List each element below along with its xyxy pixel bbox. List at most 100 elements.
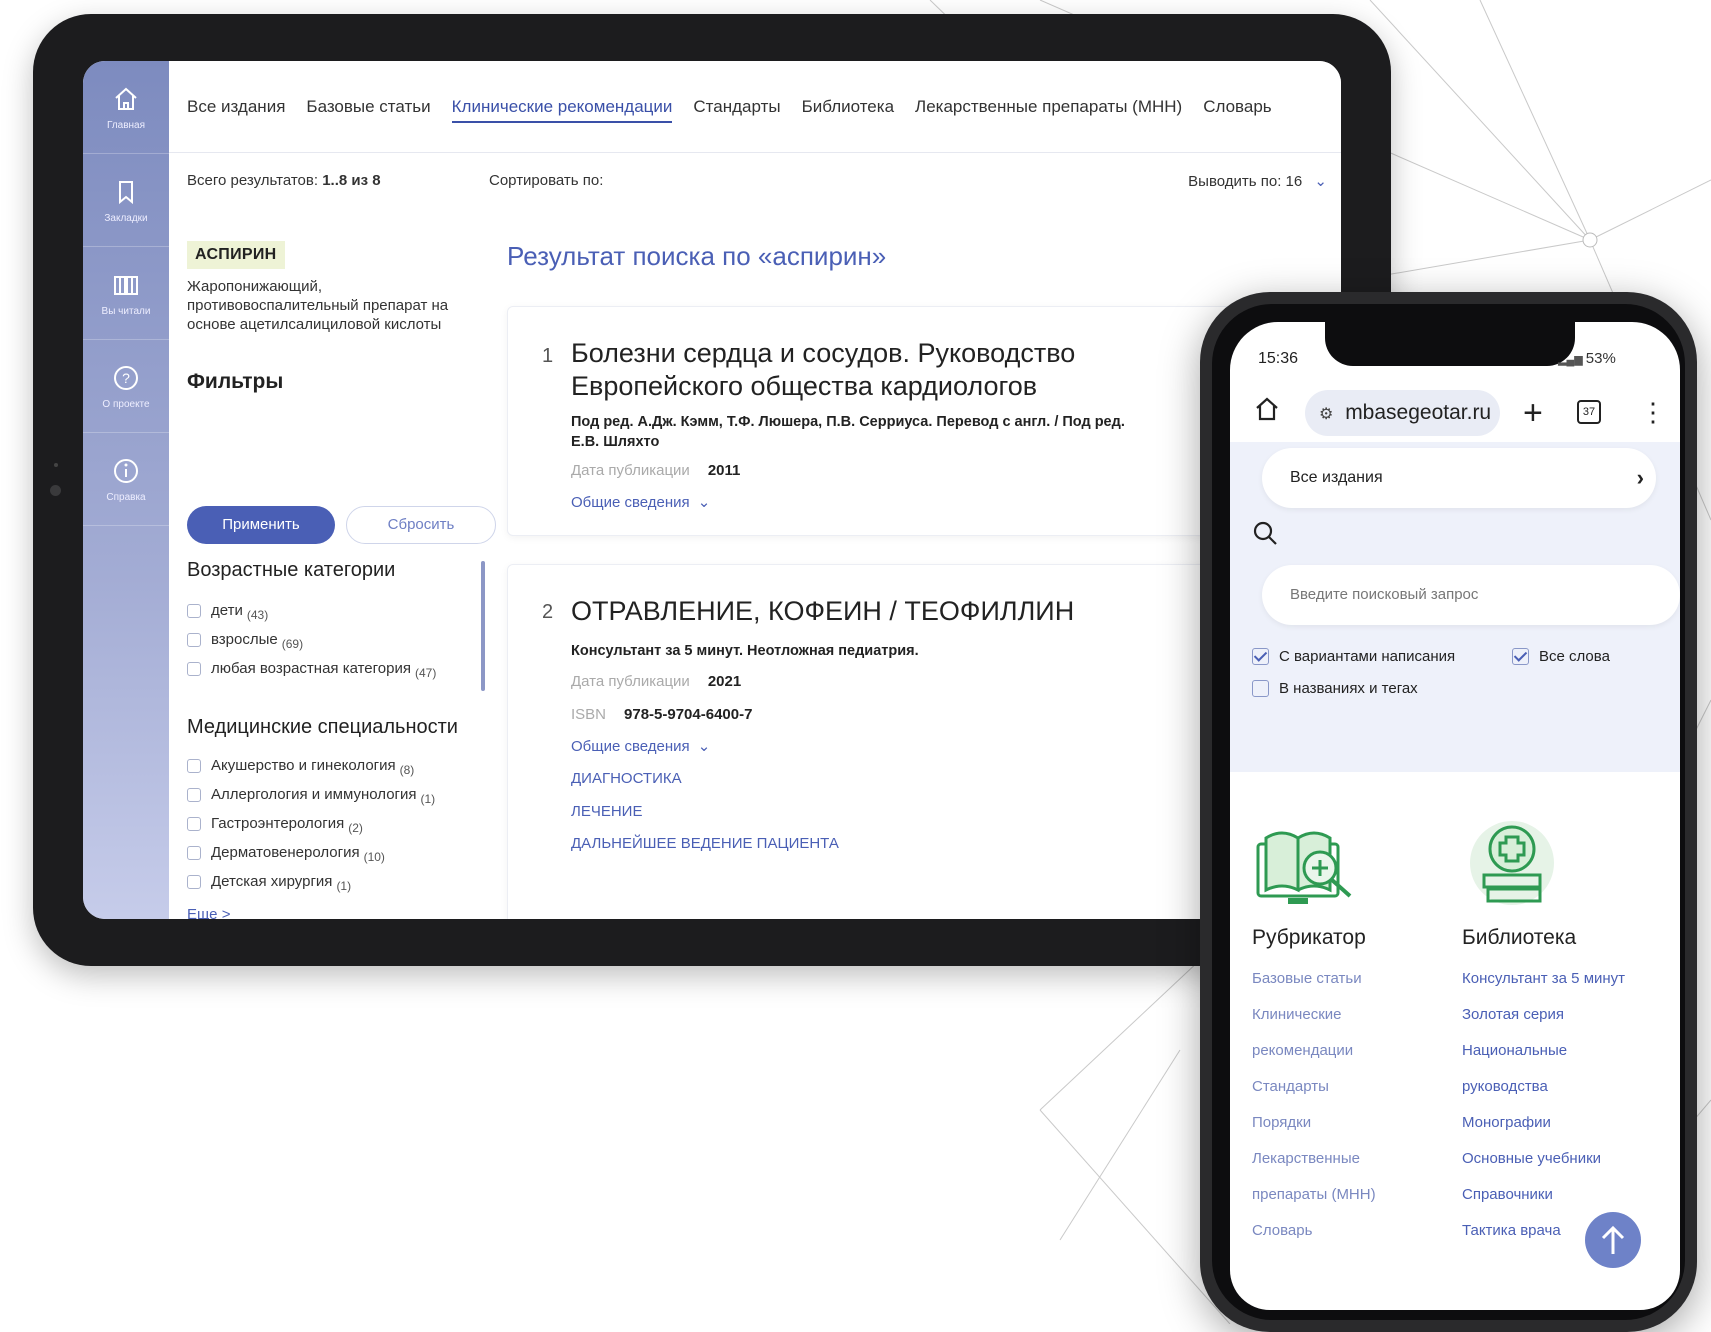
- chevron-down-icon: ⌄: [697, 738, 711, 755]
- age-filter-title: Возрастные категории: [187, 559, 396, 581]
- reset-button[interactable]: Сбросить: [346, 506, 496, 544]
- status-time: 15:36: [1258, 350, 1299, 367]
- checkbox[interactable]: [187, 787, 201, 802]
- home-icon[interactable]: [1254, 396, 1280, 427]
- rubric-link[interactable]: рекомендации: [1252, 1042, 1353, 1059]
- library-books-icon: [1462, 815, 1562, 920]
- library-link[interactable]: Консультант за 5 минут: [1462, 970, 1625, 987]
- filter-checkbox-row[interactable]: Дерматовенерология (10): [187, 838, 487, 867]
- filter-checkbox-row[interactable]: любая возрастная категория (47): [187, 654, 487, 683]
- chevron-down-icon: ⌄: [697, 494, 711, 511]
- library-link[interactable]: руководства: [1462, 1078, 1548, 1095]
- filter-checkbox-row[interactable]: дети (43): [187, 596, 487, 625]
- chevron-down-icon: ⌄: [1314, 173, 1327, 190]
- filter-checkbox-row[interactable]: взрослые (69): [187, 625, 487, 654]
- sidebar-item-home[interactable]: Главная: [83, 61, 169, 154]
- isbn-value: 978-5-9704-6400-7: [624, 706, 753, 723]
- result-title[interactable]: ОТРАВЛЕНИЕ, КОФЕИН / ТЕОФИЛЛИН: [571, 595, 1171, 628]
- option-all-words[interactable]: Все слова: [1512, 648, 1610, 665]
- more-link[interactable]: Еще >: [187, 906, 487, 919]
- option-label: В названиях и тегах: [1279, 680, 1418, 697]
- filter-scrollbar[interactable]: [481, 561, 485, 691]
- details-toggle[interactable]: Общие сведения ⌄: [571, 493, 710, 512]
- checkbox[interactable]: [187, 845, 201, 860]
- filter-checkbox-row[interactable]: Акушерство и гинекология (8): [187, 751, 487, 780]
- filter-checkbox-row[interactable]: Гастроэнтерология (2): [187, 809, 487, 838]
- sidebar-item-help[interactable]: Справка: [83, 433, 169, 526]
- menu-icon[interactable]: ⋮: [1640, 392, 1666, 432]
- checkbox[interactable]: [187, 632, 201, 647]
- library-link[interactable]: Золотая серия: [1462, 1006, 1564, 1023]
- tab-standards[interactable]: Стандарты: [693, 61, 780, 153]
- checkbox[interactable]: [187, 758, 201, 773]
- result-title[interactable]: Болезни сердца и сосудов. Руководство Ев…: [571, 337, 1131, 403]
- section-link-diagnostics[interactable]: ДИАГНОСТИКА: [571, 770, 682, 787]
- sidebar-item-history[interactable]: Вы читали: [83, 247, 169, 340]
- rubric-link[interactable]: Порядки: [1252, 1114, 1311, 1131]
- tab-library[interactable]: Библиотека: [802, 61, 894, 153]
- rubric-link[interactable]: препараты (МНН): [1252, 1186, 1376, 1203]
- filter-count: (47): [414, 665, 437, 680]
- search-input[interactable]: Введите поисковый запрос: [1262, 565, 1680, 625]
- tab-drugs[interactable]: Лекарственные препараты (МНН): [915, 61, 1182, 153]
- filter-count: (69): [281, 636, 304, 651]
- per-page-select[interactable]: Выводить по: 16 ⌄: [1188, 172, 1327, 190]
- library-link[interactable]: Национальные: [1462, 1042, 1567, 1059]
- bookmark-icon: [119, 180, 133, 204]
- scroll-top-button[interactable]: [1585, 1212, 1641, 1268]
- library-link[interactable]: Тактика врача: [1462, 1222, 1561, 1239]
- option-spelling-variants[interactable]: С вариантами написания: [1252, 648, 1455, 665]
- details-toggle[interactable]: Общие сведения ⌄: [571, 737, 710, 756]
- sidebar: Главная Закладки Вы читали ? О проекте С…: [83, 61, 169, 919]
- checkbox-checked[interactable]: [1252, 648, 1269, 665]
- checkbox[interactable]: [187, 816, 201, 831]
- checkbox[interactable]: [187, 603, 201, 618]
- search-area: Все издания › Введите поисковый запрос С…: [1230, 442, 1680, 772]
- section-link-treatment[interactable]: ЛЕЧЕНИЕ: [571, 803, 642, 820]
- result-source: Консультант за 5 минут. Неотложная педиа…: [571, 643, 919, 659]
- home-icon: [115, 87, 137, 110]
- tab-all[interactable]: Все издания: [187, 61, 285, 153]
- filter-panel: АСПИРИН Жаропонижающий, противовоспалите…: [187, 241, 496, 919]
- rubricator-book-icon: [1252, 824, 1362, 919]
- sidebar-item-about[interactable]: ? О проекте: [83, 340, 169, 433]
- section-link-follow-up[interactable]: ДАЛЬНЕЙШЕЕ ВЕДЕНИЕ ПАЦИЕНТА: [571, 835, 839, 852]
- sidebar-label: О проекте: [102, 398, 150, 410]
- tablet-screen: Главная Закладки Вы читали ? О проекте С…: [83, 61, 1341, 919]
- apply-button[interactable]: Применить: [187, 506, 335, 544]
- checkbox[interactable]: [187, 661, 201, 676]
- checkbox[interactable]: [1252, 680, 1269, 697]
- per-page-value: Выводить по: 16: [1188, 173, 1303, 190]
- address-bar[interactable]: ⚙ mbasegeotar.ru: [1305, 390, 1500, 436]
- sidebar-item-bookmarks[interactable]: Закладки: [83, 154, 169, 247]
- tab-clinical-guidelines[interactable]: Клинические рекомендации: [451, 61, 672, 153]
- option-titles-tags[interactable]: В названиях и тегах: [1252, 680, 1418, 697]
- rubric-link[interactable]: Клинические: [1252, 1006, 1341, 1023]
- library-link[interactable]: Справочники: [1462, 1186, 1553, 1203]
- search-icon[interactable]: [1252, 520, 1278, 551]
- rubric-link[interactable]: Базовые статьи: [1252, 970, 1362, 987]
- checkbox-checked[interactable]: [1512, 648, 1529, 665]
- phone-notch: [1325, 322, 1575, 366]
- tablet-sensor: [54, 463, 58, 467]
- svg-text:?: ?: [122, 370, 130, 386]
- edition-select[interactable]: Все издания ›: [1262, 448, 1656, 508]
- library-link[interactable]: Основные учебники: [1462, 1150, 1601, 1167]
- sort-label[interactable]: Сортировать по:: [489, 172, 603, 189]
- rubric-link[interactable]: Словарь: [1252, 1222, 1312, 1239]
- rubric-link[interactable]: Лекарственные: [1252, 1150, 1360, 1167]
- new-tab-icon[interactable]: +: [1523, 390, 1543, 436]
- filter-checkbox-row[interactable]: Аллергология и иммунология (1): [187, 780, 487, 809]
- tab-base-articles[interactable]: Базовые статьи: [306, 61, 430, 153]
- results-toolbar: Всего результатов: 1..8 из 8 Сортировать…: [187, 154, 1337, 209]
- tabs-count-icon[interactable]: 37: [1577, 400, 1601, 424]
- details-label: Общие сведения: [571, 738, 690, 755]
- filter-checkbox-row[interactable]: Детская хирургия (1): [187, 867, 487, 896]
- rubric-link[interactable]: Стандарты: [1252, 1078, 1329, 1095]
- checkbox[interactable]: [187, 874, 201, 889]
- library-link[interactable]: Монографии: [1462, 1114, 1551, 1131]
- filter-count: (1): [420, 791, 436, 806]
- sidebar-label: Справка: [106, 491, 146, 503]
- site-settings-icon[interactable]: ⚙: [1319, 406, 1333, 423]
- tab-dictionary[interactable]: Словарь: [1203, 61, 1271, 153]
